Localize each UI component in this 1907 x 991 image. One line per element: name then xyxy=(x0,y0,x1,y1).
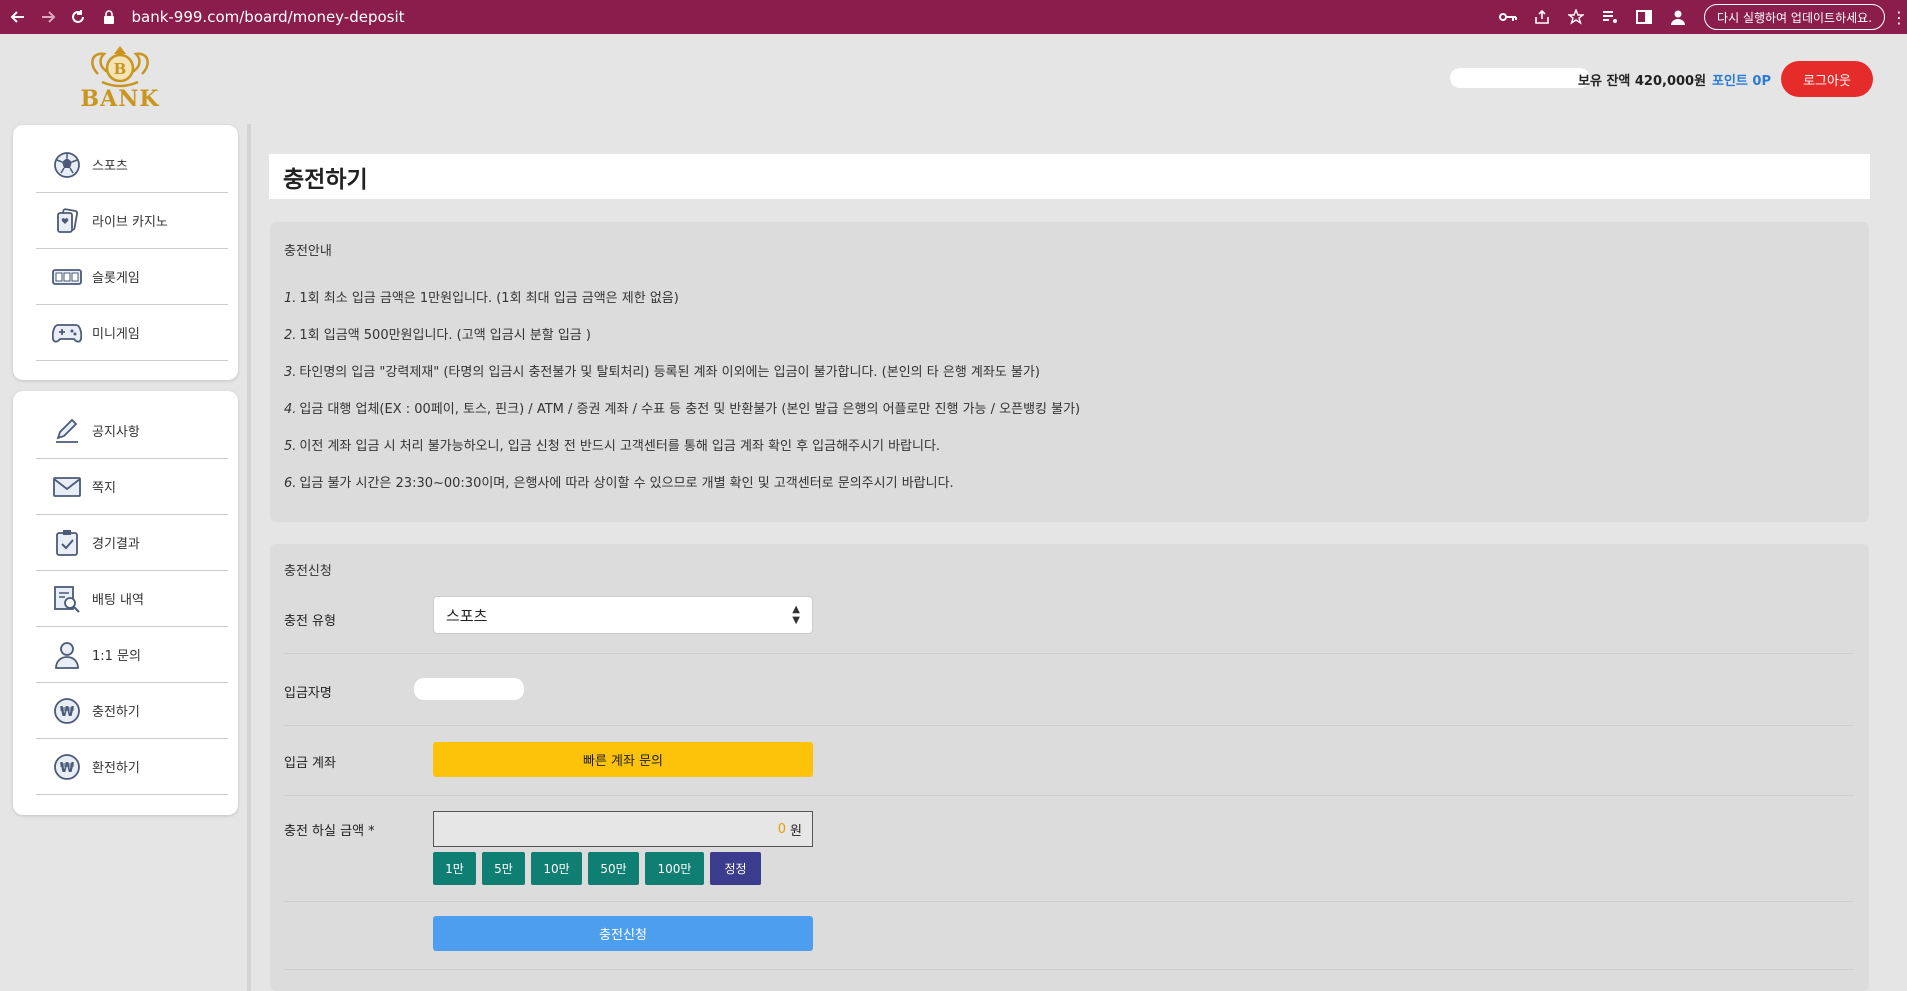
profile-icon[interactable] xyxy=(1668,7,1688,27)
guide-line: 5. 이전 계좌 입금 시 처리 불가능하오니, 입금 신청 전 반드시 고객센터… xyxy=(284,439,941,454)
sidebar-item-label: 라이브 카지노 xyxy=(92,215,168,230)
depositor-redacted xyxy=(414,678,524,700)
person-icon xyxy=(52,640,82,670)
guide-line: 6. 입금 불가 시간은 23:30~00:30이며, 은행사에 따라 상이할 수… xyxy=(284,476,954,491)
sidebar-item-live-casino[interactable]: 라이브 카지노 xyxy=(36,193,228,249)
guide-line: 2. 1회 입금액 500만원입니다. (고액 입금시 분할 입금 ) xyxy=(284,328,591,343)
form-row-account: 입금 계좌 빠른 계좌 문의 xyxy=(284,726,1854,796)
sidebar-item-betting-history[interactable]: 배팅 내역 xyxy=(36,571,228,627)
form-row-depositor: 입금자명 xyxy=(284,654,1854,726)
playing-cards-icon xyxy=(52,206,82,236)
sidebar-item-label: 충전하기 xyxy=(92,705,140,720)
sidebar-item-mini-games[interactable]: 미니게임 xyxy=(36,305,228,361)
media-list-icon[interactable] xyxy=(1600,7,1620,27)
balance-label: 보유 잔액 420,000원 xyxy=(1578,74,1707,89)
quick-account-inquiry-button[interactable]: 빠른 계좌 문의 xyxy=(433,742,813,777)
logout-button[interactable]: 로그아웃 xyxy=(1781,61,1873,97)
sidebar-item-results[interactable]: 경기결과 xyxy=(36,515,228,571)
sidebar-item-slot-games[interactable]: 슬롯게임 xyxy=(36,249,228,305)
sidebar-item-label: 미니게임 xyxy=(92,327,140,342)
sidebar-item-label: 스포츠 xyxy=(92,159,128,174)
amount-chip-10k[interactable]: 1만 xyxy=(433,852,476,885)
slot-machine-icon xyxy=(52,262,82,292)
envelope-icon xyxy=(52,472,82,502)
submit-deposit-button[interactable]: 충전신청 xyxy=(433,916,813,951)
won-coin-icon: ₩ xyxy=(52,752,82,782)
amount-unit: 원 xyxy=(790,823,802,839)
amount-value: 0 xyxy=(777,821,787,837)
sidebar-item-label: 슬롯게임 xyxy=(92,271,140,286)
svg-text:₩: ₩ xyxy=(60,705,75,720)
menu-dots-icon[interactable]: ⋮ xyxy=(1891,8,1907,27)
deposit-type-select[interactable]: 스포츠 ▲ ▼ xyxy=(433,596,813,634)
amount-chip-1m[interactable]: 100만 xyxy=(645,852,704,885)
sidebar-menu: 공지사항 쪽지 경기결과 배팅 내역 1:1 문의 ₩ 충전하기 ₩ 환전하기 xyxy=(13,391,238,815)
svg-text:₩: ₩ xyxy=(60,761,75,776)
sidebar-item-inquiry[interactable]: 1:1 문의 xyxy=(36,627,228,683)
username-redacted xyxy=(1450,68,1590,88)
form-row-type: 충전 유형 스포츠 ▲ ▼ xyxy=(284,596,1854,654)
sidebar-item-label: 쪽지 xyxy=(92,481,116,496)
type-label: 충전 유형 xyxy=(284,614,336,629)
update-button[interactable]: 다시 실행하여 업데이트하세요. xyxy=(1704,4,1886,30)
toolbar-icons xyxy=(1498,7,1688,27)
pencil-icon xyxy=(52,416,82,446)
sidebar-item-sports[interactable]: 스포츠 xyxy=(36,137,228,193)
side-panel-icon[interactable] xyxy=(1634,7,1654,27)
sidebar-item-notice[interactable]: 공지사항 xyxy=(36,403,228,459)
page-title: 충전하기 xyxy=(269,154,1870,199)
guide-line: 3. 타인명의 입금 "강력제재" (타명의 입금시 충전불가 및 탈퇴처리) 등… xyxy=(284,365,1040,380)
sidebar-item-label: 경기결과 xyxy=(92,537,140,552)
sidebar-games: 스포츠 라이브 카지노 슬롯게임 미니게임 xyxy=(13,125,238,380)
sidebar-divider xyxy=(247,124,251,991)
amount-chip-50k[interactable]: 5만 xyxy=(482,852,525,885)
guide-heading: 충전안내 xyxy=(284,244,332,259)
back-arrow-icon[interactable] xyxy=(6,4,30,30)
clipboard-check-icon xyxy=(52,528,82,558)
lock-icon xyxy=(103,10,121,24)
amount-chips: 1만 5만 10만 50만 100만 정정 xyxy=(433,852,761,885)
soccer-ball-icon xyxy=(52,150,82,180)
sidebar-item-label: 공지사항 xyxy=(92,425,140,440)
gamepad-icon xyxy=(52,318,82,348)
document-search-icon xyxy=(52,584,82,614)
won-coin-icon: ₩ xyxy=(52,696,82,726)
sidebar-item-withdraw[interactable]: ₩ 환전하기 xyxy=(36,739,228,795)
sidebar-item-label: 1:1 문의 xyxy=(92,649,141,664)
deposit-guide: 충전안내 1. 1회 최소 입금 금액은 1만원입니다. (1회 최대 입금 금액… xyxy=(270,222,1869,522)
deposit-type-value: 스포츠 xyxy=(446,606,488,625)
logo-text: BANK xyxy=(80,86,160,112)
sidebar-item-deposit[interactable]: ₩ 충전하기 xyxy=(36,683,228,739)
sidebar-item-label: 환전하기 xyxy=(92,761,140,776)
form-row-submit: 충전신청 xyxy=(284,902,1854,970)
key-icon[interactable] xyxy=(1498,7,1518,27)
reset-amount-button[interactable]: 정정 xyxy=(710,852,761,885)
amount-input[interactable]: 0 원 xyxy=(433,811,813,847)
address-bar[interactable]: bank-999.com/board/money-deposit xyxy=(103,3,1368,31)
points-label[interactable]: 포인트 0P xyxy=(1712,70,1771,89)
guide-line: 4. 입금 대행 업체(EX : 00페이, 토스, 핀크) / ATM / 증권… xyxy=(284,402,1081,417)
guide-line: 1. 1회 최소 입금 금액은 1만원입니다. (1회 최대 입금 금액은 제한 … xyxy=(284,291,679,306)
amount-label: 충전 하실 금액 * xyxy=(284,824,375,839)
depositor-label: 입금자명 xyxy=(284,686,332,701)
share-icon[interactable] xyxy=(1532,7,1552,27)
amount-chip-100k[interactable]: 10만 xyxy=(531,852,582,885)
form-row-amount: 충전 하실 금액 * 0 원 1만 5만 10만 50만 100만 정정 xyxy=(284,796,1854,902)
sidebar-item-label: 배팅 내역 xyxy=(92,593,144,608)
sidebar-item-messages[interactable]: 쪽지 xyxy=(36,459,228,515)
browser-toolbar: bank-999.com/board/money-deposit 다시 실행하여… xyxy=(0,0,1907,34)
logo-letter: B xyxy=(114,60,127,78)
deposit-form: 충전신청 충전 유형 스포츠 ▲ ▼ 입금자명 입금 계좌 빠른 계좌 문의 충전… xyxy=(270,544,1869,991)
chevron-updown-icon: ▲ ▼ xyxy=(792,604,800,626)
amount-chip-500k[interactable]: 50만 xyxy=(588,852,639,885)
site-header: B BANK 보유 잔액 420,000원 포인트 0P 로그아웃 xyxy=(0,34,1907,124)
forward-arrow-icon[interactable] xyxy=(36,4,60,30)
url-text: bank-999.com/board/money-deposit xyxy=(131,8,405,26)
reload-icon[interactable] xyxy=(66,4,90,30)
account-label: 입금 계좌 xyxy=(284,756,336,771)
star-icon[interactable] xyxy=(1566,7,1586,27)
form-heading: 충전신청 xyxy=(284,564,332,579)
